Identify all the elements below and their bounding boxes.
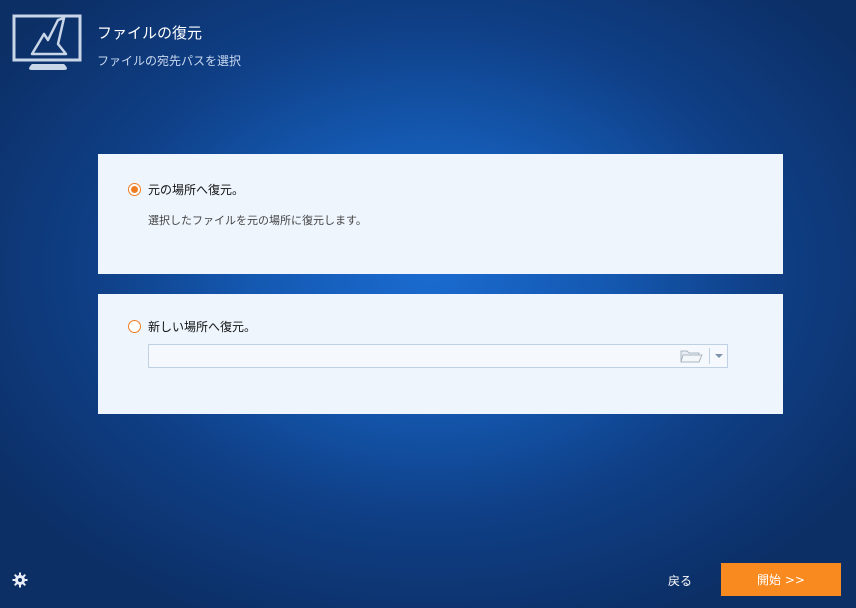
header: ファイルの復元 ファイルの宛先パスを選択	[0, 0, 856, 80]
start-button[interactable]: 開始 >>	[721, 563, 841, 596]
restore-original-radio[interactable]	[128, 183, 141, 196]
back-button[interactable]: 戻る	[668, 572, 692, 589]
restore-original-panel[interactable]: 元の場所へ復元。 選択したファイルを元の場所に復元します。	[98, 154, 783, 274]
destination-path-input[interactable]	[149, 345, 674, 367]
monitor-restore-icon	[12, 14, 82, 70]
gear-icon[interactable]	[12, 572, 28, 588]
page-title: ファイルの復元	[97, 24, 203, 42]
restore-original-label[interactable]: 元の場所へ復元。	[148, 181, 244, 198]
restore-new-location-radio[interactable]	[128, 320, 141, 333]
restore-original-description: 選択したファイルを元の場所に復元します。	[148, 214, 367, 227]
page-subtitle: ファイルの宛先パスを選択	[97, 54, 242, 68]
destination-path-combo[interactable]	[148, 344, 728, 368]
folder-open-icon[interactable]	[679, 348, 703, 364]
restore-new-location-panel[interactable]: 新しい場所へ復元。	[98, 294, 783, 414]
chevron-down-icon[interactable]	[710, 345, 727, 367]
restore-new-location-label[interactable]: 新しい場所へ復元。	[148, 318, 256, 335]
